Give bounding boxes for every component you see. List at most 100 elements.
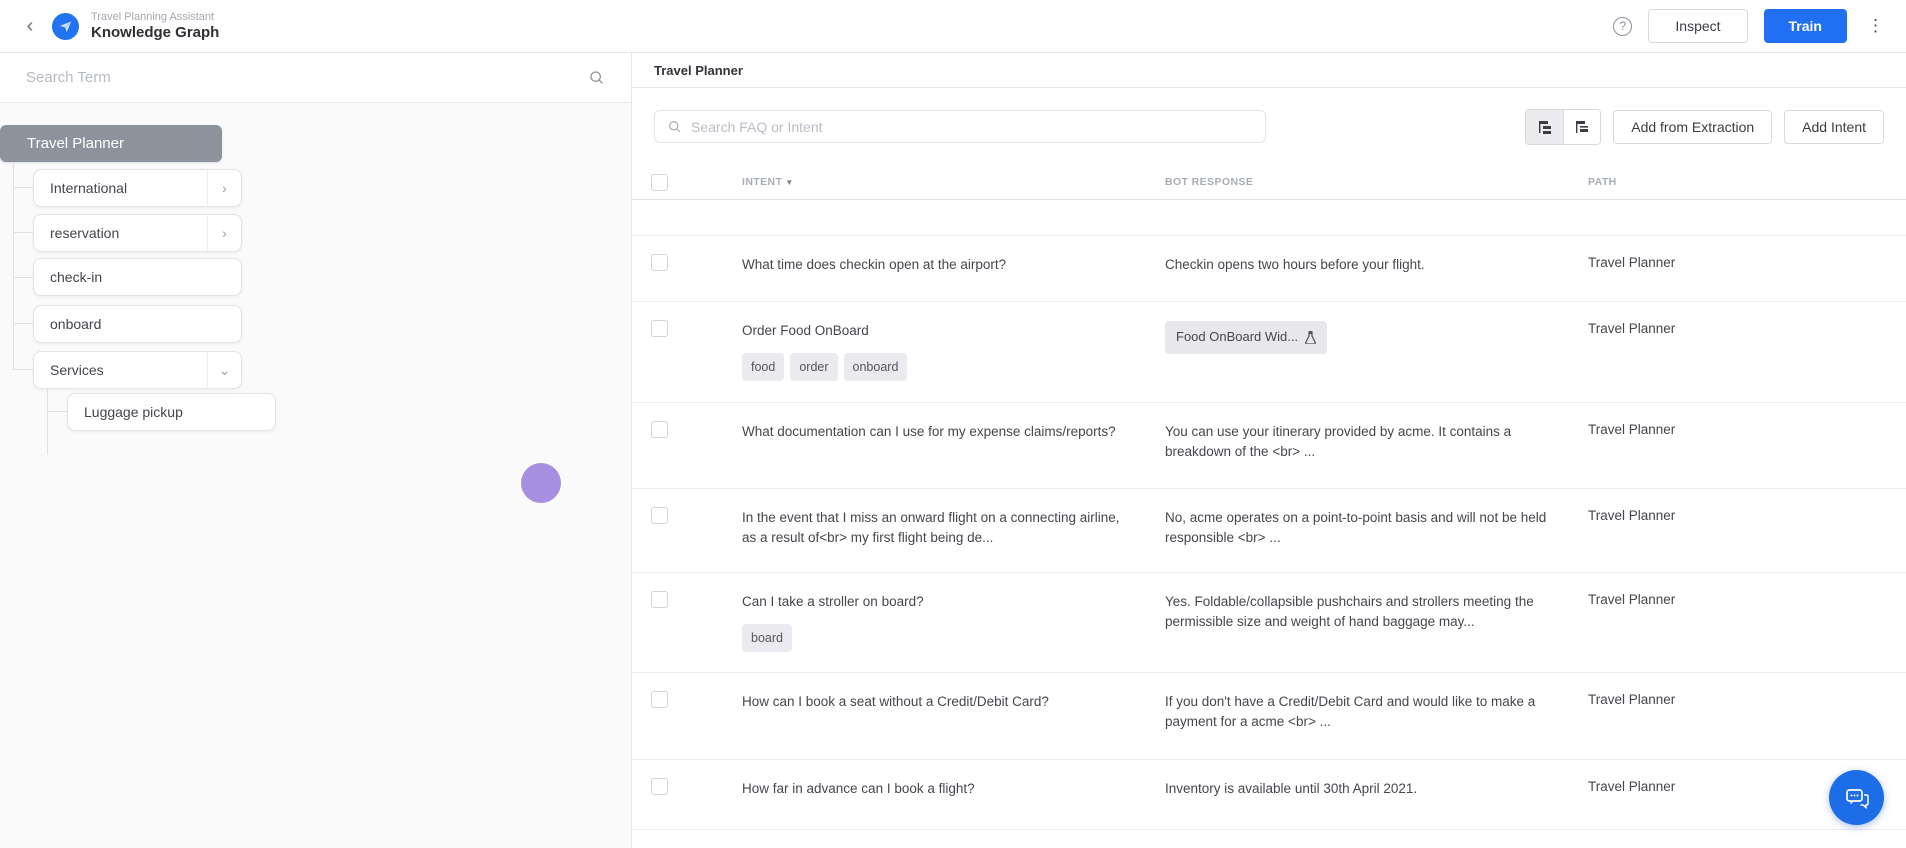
bot-response-cell: Inventory is available until 30th April … bbox=[1165, 760, 1588, 829]
table-row: How far in advance can I book a flight? … bbox=[632, 760, 1906, 830]
tree-connector bbox=[47, 411, 67, 412]
tree-node[interactable]: onboard bbox=[33, 305, 242, 343]
path-text: Travel Planner bbox=[1588, 403, 1906, 488]
path-text: Travel Planner bbox=[1588, 673, 1906, 759]
table-row-empty bbox=[632, 200, 1906, 236]
bot-response-cell: If you don't have a Credit/Debit Card an… bbox=[1165, 673, 1588, 759]
path-text bbox=[1588, 830, 1906, 848]
bot-response-cell: Food OnBoard Wid... bbox=[1165, 302, 1588, 402]
table-row: Order Food OnBoard foodorderonboard Food… bbox=[632, 302, 1906, 403]
tree-connector bbox=[13, 187, 33, 188]
column-header-intent[interactable]: INTENT ▼ bbox=[742, 165, 1165, 199]
chevron-icon[interactable]: › bbox=[207, 170, 241, 206]
table-row-partial bbox=[632, 830, 1906, 848]
intent-text[interactable]: How far in advance can I book a flight? bbox=[742, 779, 1125, 799]
path-text: Travel Planner bbox=[1588, 302, 1906, 402]
bot-response-cell: Yes. Foldable/collapsible pushchairs and… bbox=[1165, 573, 1588, 672]
tree-root-node[interactable]: Travel Planner bbox=[0, 125, 222, 162]
faq-panel: Travel Planner bbox=[632, 53, 1906, 848]
chevron-icon[interactable]: ⌄ bbox=[207, 352, 241, 388]
page-title: Knowledge Graph bbox=[91, 24, 219, 41]
chevron-icon[interactable]: › bbox=[207, 215, 241, 251]
widget-response-chip[interactable]: Food OnBoard Wid... bbox=[1165, 321, 1327, 354]
app-header: ‹ Travel Planning Assistant Knowledge Gr… bbox=[0, 0, 1906, 53]
tree-node-label: check-in bbox=[50, 269, 102, 285]
row-checkbox[interactable] bbox=[651, 591, 668, 608]
inspect-button[interactable]: Inspect bbox=[1648, 9, 1747, 43]
bot-response-cell: No, acme operates on a point-to-point ba… bbox=[1165, 489, 1588, 572]
column-header-bot-response: BOT RESPONSE bbox=[1165, 165, 1588, 199]
chat-widget-button[interactable] bbox=[1829, 770, 1884, 825]
knowledge-tree-panel: Travel Planner International › reservati… bbox=[0, 53, 632, 848]
row-checkbox[interactable] bbox=[651, 421, 668, 438]
path-text: Travel Planner bbox=[1588, 489, 1906, 572]
add-from-extraction-button[interactable]: Add from Extraction bbox=[1613, 110, 1772, 144]
tree-canvas: Travel Planner International › reservati… bbox=[0, 103, 631, 848]
term-search-bar bbox=[0, 53, 631, 103]
intent-text[interactable]: Can I take a stroller on board? bbox=[742, 592, 1125, 612]
table-row: Can I take a stroller on board? board Ye… bbox=[632, 573, 1906, 673]
path-text: Travel Planner bbox=[1588, 236, 1906, 301]
table-row: In the event that I miss an onward fligh… bbox=[632, 489, 1906, 573]
intent-text[interactable]: What documentation can I use for my expe… bbox=[742, 422, 1125, 442]
intent-text[interactable]: What time does checkin open at the airpo… bbox=[742, 255, 1125, 275]
tree-node[interactable]: International › bbox=[33, 169, 242, 207]
drag-cursor-marker bbox=[521, 463, 561, 503]
faq-table: INTENT ▼ BOT RESPONSE PATH What time bbox=[632, 165, 1906, 848]
tree-node-label: Services bbox=[50, 362, 104, 378]
table-header-row: INTENT ▼ BOT RESPONSE PATH bbox=[632, 165, 1906, 200]
tree-node-label: Luggage pickup bbox=[84, 404, 183, 420]
tree-node[interactable]: Services ⌄ bbox=[33, 351, 242, 389]
intent-tag: board bbox=[742, 624, 792, 652]
tree-node[interactable]: check-in bbox=[33, 258, 242, 296]
tree-node-label: onboard bbox=[50, 316, 101, 332]
intent-tag: order bbox=[790, 353, 837, 381]
tree-connector bbox=[13, 369, 33, 370]
tree-connector bbox=[47, 389, 48, 455]
help-icon[interactable]: ? bbox=[1613, 17, 1632, 36]
back-icon[interactable]: ‹ bbox=[18, 14, 42, 38]
intent-text[interactable]: In the event that I miss an onward fligh… bbox=[742, 508, 1125, 547]
path-text: Travel Planner bbox=[1588, 573, 1906, 672]
page-title-block: Travel Planning Assistant Knowledge Grap… bbox=[91, 11, 219, 41]
tree-node-luggage-pickup[interactable]: Luggage pickup bbox=[67, 393, 276, 431]
tree-view-icon[interactable] bbox=[1526, 110, 1563, 144]
intent-tag: food bbox=[742, 353, 784, 381]
panel-title: Travel Planner bbox=[654, 63, 743, 78]
search-icon bbox=[667, 119, 682, 134]
row-checkbox[interactable] bbox=[651, 691, 668, 708]
tree-node-label: reservation bbox=[50, 225, 119, 241]
row-checkbox[interactable] bbox=[651, 778, 668, 795]
bot-response-cell: You can use your itinerary provided by a… bbox=[1165, 403, 1588, 488]
row-checkbox[interactable] bbox=[651, 320, 668, 337]
bot-name: Travel Planning Assistant bbox=[91, 11, 219, 24]
panel-titlebar: Travel Planner bbox=[632, 53, 1906, 88]
sort-desc-icon[interactable]: ▼ bbox=[785, 178, 793, 187]
tree-node-label: International bbox=[50, 180, 127, 196]
intent-tag: onboard bbox=[844, 353, 908, 381]
column-header-path: PATH bbox=[1588, 165, 1906, 199]
search-term-input[interactable] bbox=[26, 69, 588, 86]
add-intent-button[interactable]: Add Intent bbox=[1784, 110, 1884, 144]
intent-text[interactable]: Order Food OnBoard bbox=[742, 321, 1125, 341]
row-checkbox[interactable] bbox=[651, 507, 668, 524]
widget-response-label: Food OnBoard Wid... bbox=[1176, 328, 1298, 347]
tree-node[interactable]: reservation › bbox=[33, 214, 242, 252]
list-view-icon[interactable] bbox=[1563, 110, 1600, 144]
view-toggle-group bbox=[1525, 109, 1601, 145]
intent-text[interactable]: How can I book a seat without a Credit/D… bbox=[742, 692, 1125, 712]
tree-connector bbox=[13, 277, 33, 278]
intent-tags: foodorderonboard bbox=[742, 353, 1125, 381]
faq-search-bar bbox=[654, 110, 1266, 143]
faq-search-input[interactable] bbox=[691, 119, 1253, 135]
tree-connector bbox=[13, 323, 33, 324]
train-button[interactable]: Train bbox=[1764, 9, 1847, 43]
select-all-checkbox[interactable] bbox=[651, 174, 668, 191]
search-icon[interactable] bbox=[588, 69, 605, 86]
table-row: What documentation can I use for my expe… bbox=[632, 403, 1906, 489]
table-row: How can I book a seat without a Credit/D… bbox=[632, 673, 1906, 760]
more-options-icon[interactable]: ⋮ bbox=[1863, 16, 1888, 36]
paper-plane-icon bbox=[58, 19, 73, 34]
bot-avatar bbox=[52, 13, 79, 40]
row-checkbox[interactable] bbox=[651, 254, 668, 271]
